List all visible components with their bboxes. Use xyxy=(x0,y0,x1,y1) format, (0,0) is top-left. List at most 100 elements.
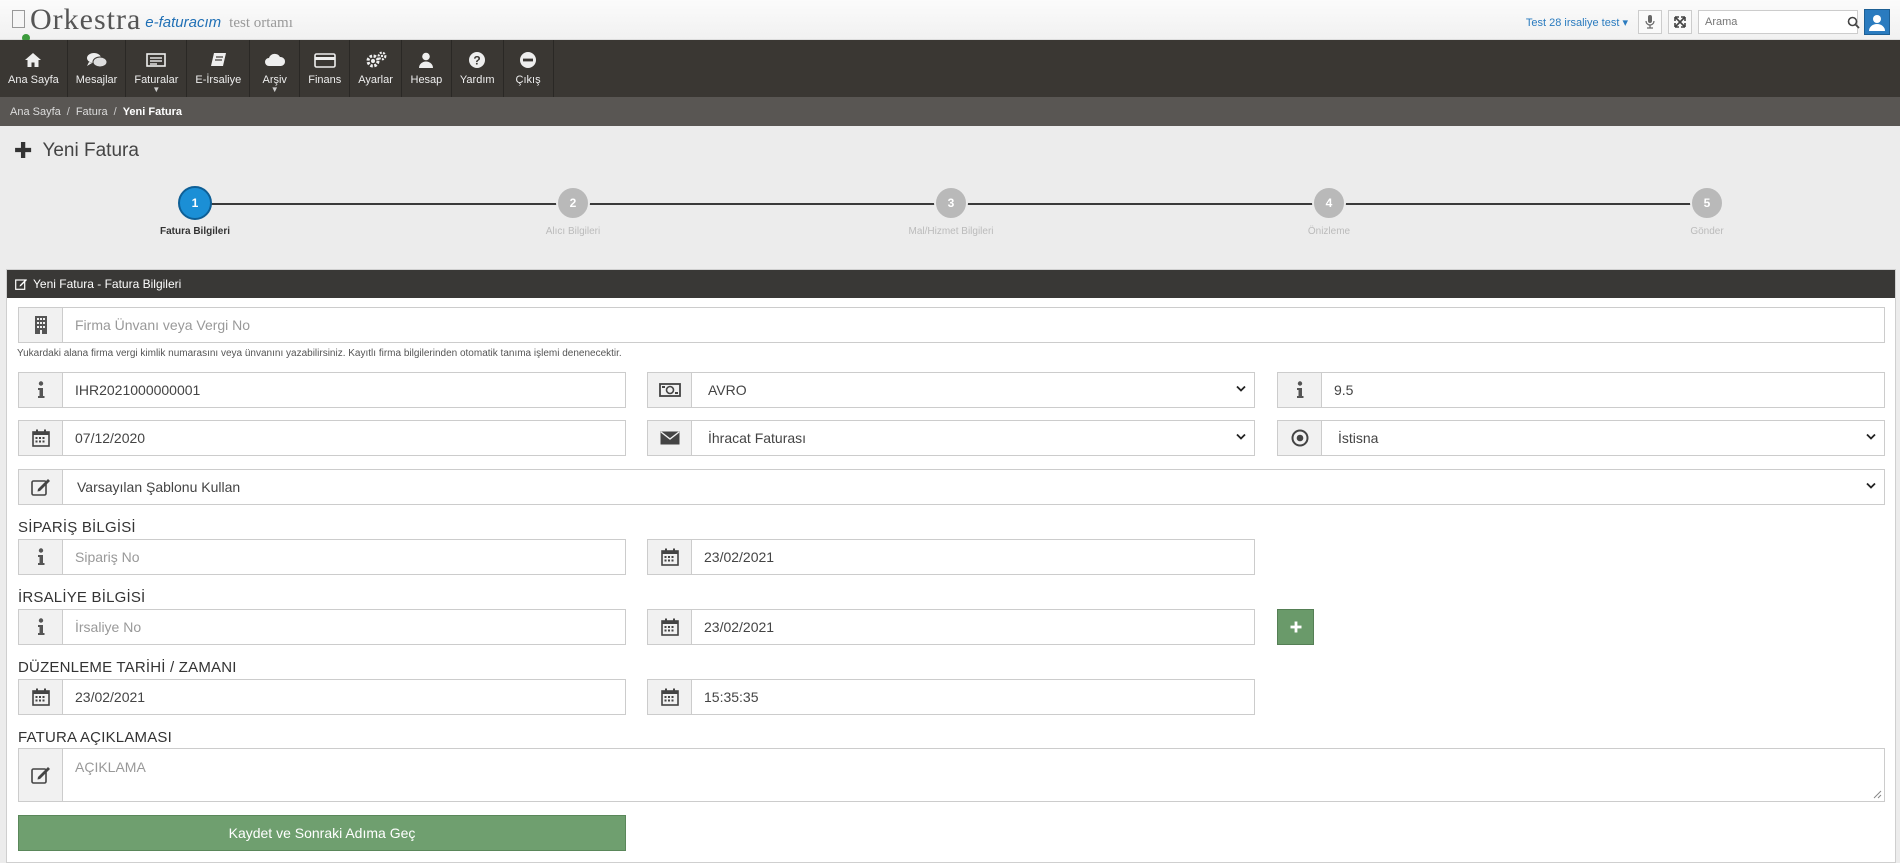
nav-item-label: Mesajlar xyxy=(75,74,118,86)
nav-item-settings[interactable]: Ayarlar xyxy=(350,40,402,97)
question-icon: ? xyxy=(468,49,486,71)
step-goods-services[interactable]: 3 Mal/Hizmet Bilgileri xyxy=(851,186,1051,237)
invoice-type-select[interactable]: İhracat Faturası xyxy=(692,421,1254,455)
issue-time-input[interactable]: 15:35:35 xyxy=(692,680,1254,714)
calendar-icon xyxy=(648,680,692,714)
nav-item-messages[interactable]: Mesajlar xyxy=(68,40,127,97)
svg-text:?: ? xyxy=(474,54,481,68)
search-icon[interactable] xyxy=(1847,16,1860,29)
waybill-date-input[interactable]: 23/02/2021 xyxy=(692,610,1254,644)
user-menu-label: Test 28 irsaliye test xyxy=(1525,16,1620,29)
template-select[interactable]: Varsayılan Şablonu Kullan xyxy=(63,470,1884,504)
company-input[interactable]: Firma Ünvanı veya Vergi No xyxy=(63,308,1884,342)
credit-card-icon xyxy=(313,49,336,71)
logo-product: e-faturacım xyxy=(145,14,222,31)
nav-item-help[interactable]: ? Yardım xyxy=(452,40,504,97)
info-icon xyxy=(19,540,63,574)
chevron-down-icon xyxy=(1866,433,1876,440)
nav-item-label: Çıkış xyxy=(515,74,541,86)
page-title: ✚ Yeni Fatura xyxy=(14,138,139,164)
invoice-kind-select[interactable]: İstisna xyxy=(1322,421,1884,455)
order-section-title: SİPARİŞ BİLGİSİ xyxy=(18,519,136,536)
nav-item-account[interactable]: Hesap xyxy=(402,40,452,97)
currency-value: AVRO xyxy=(708,382,747,398)
resize-grip-icon[interactable] xyxy=(1873,790,1882,799)
page-title-text: Yeni Fatura xyxy=(42,140,139,161)
step-number: 1 xyxy=(178,186,212,220)
template-value: Varsayılan Şablonu Kullan xyxy=(77,479,241,495)
breadcrumb-separator: / xyxy=(113,105,117,118)
microphone-icon xyxy=(1645,15,1655,29)
user-menu[interactable]: Test 28 irsaliye test ▾ xyxy=(1526,16,1628,29)
description-field: AÇIKLAMA xyxy=(18,748,1885,802)
step-send[interactable]: 5 Gönder xyxy=(1607,186,1807,237)
issue-time-field: 15:35:35 xyxy=(647,679,1255,715)
panel-title: Yeni Fatura - Fatura Bilgileri xyxy=(33,277,182,291)
calendar-icon xyxy=(648,610,692,644)
breadcrumb: Ana Sayfa / Fatura / Yeni Fatura xyxy=(0,97,1900,126)
nav-item-archive[interactable]: Arşiv ▼ xyxy=(250,40,301,97)
waybill-number-input[interactable]: İrsaliye No xyxy=(63,610,625,644)
nav-item-home[interactable]: Ana Sayfa xyxy=(0,40,68,97)
nav-item-finance[interactable]: Finans xyxy=(300,40,351,97)
top-bar: Orkestra e-faturacım test ortamı Test 28… xyxy=(0,0,1900,42)
order-date-field: 23/02/2021 xyxy=(647,539,1255,575)
exchange-rate-input[interactable]: 9.5 xyxy=(1322,373,1884,407)
search-box xyxy=(1698,10,1860,34)
invoice-type-value: İhracat Faturası xyxy=(708,430,807,446)
save-and-next-button[interactable]: Kaydet ve Sonraki Adıma Geç xyxy=(18,815,626,851)
nav-item-label: E-İrsaliye xyxy=(195,74,242,86)
chevron-down-icon: ▼ xyxy=(270,85,279,94)
nav-item-label: Yardım xyxy=(459,74,495,86)
panel-header: Yeni Fatura - Fatura Bilgileri xyxy=(7,270,1895,298)
order-number-input[interactable]: Sipariş No xyxy=(63,540,625,574)
issue-date-field: 23/02/2021 xyxy=(18,679,626,715)
expand-icon xyxy=(1674,16,1686,28)
logo-document-icon xyxy=(10,8,30,42)
template-field: Varsayılan Şablonu Kullan xyxy=(18,469,1885,505)
microphone-button[interactable] xyxy=(1638,10,1662,34)
invoice-icon xyxy=(146,49,167,71)
waybill-date-field: 23/02/2021 xyxy=(647,609,1255,645)
environment-label: test ortamı xyxy=(229,15,293,31)
home-icon xyxy=(24,49,42,71)
nav-item-label: Finans xyxy=(308,74,342,86)
info-icon xyxy=(19,610,63,644)
company-field: Firma Ünvanı veya Vergi No xyxy=(18,307,1885,343)
description-textarea[interactable]: AÇIKLAMA xyxy=(63,749,1884,801)
breadcrumb-separator: / xyxy=(66,105,70,118)
breadcrumb-current: Yeni Fatura xyxy=(122,105,182,118)
invoice-number-input[interactable]: IHR2021000000001 xyxy=(63,373,625,407)
nav-item-e-waybill[interactable]: E-İrsaliye xyxy=(187,40,251,97)
step-number: 4 xyxy=(1312,186,1346,220)
order-date-input[interactable]: 23/02/2021 xyxy=(692,540,1254,574)
step-invoice-info[interactable]: 1 Fatura Bilgileri xyxy=(95,186,295,237)
nav-item-label: Ayarlar xyxy=(358,74,393,86)
step-buyer-info[interactable]: 2 Alıcı Bilgileri xyxy=(473,186,673,237)
add-waybill-button[interactable] xyxy=(1277,609,1314,645)
info-icon xyxy=(1278,373,1322,407)
minus-circle-icon xyxy=(519,49,537,71)
breadcrumb-home[interactable]: Ana Sayfa xyxy=(10,106,61,118)
issue-date-input[interactable]: 23/02/2021 xyxy=(63,680,625,714)
invoice-date-input[interactable]: 07/12/2020 xyxy=(63,421,625,455)
book-icon xyxy=(209,49,227,71)
search-input[interactable] xyxy=(1699,12,1847,32)
nav-item-invoices[interactable]: Faturalar ▼ xyxy=(126,40,188,97)
info-icon xyxy=(19,373,63,407)
building-icon xyxy=(19,308,63,342)
money-icon xyxy=(648,373,692,407)
breadcrumb-invoice[interactable]: Fatura xyxy=(76,106,108,118)
fullscreen-button[interactable] xyxy=(1668,10,1692,34)
invoice-number-field: IHR2021000000001 xyxy=(18,372,626,408)
chevron-down-icon xyxy=(1866,482,1876,489)
calendar-icon xyxy=(648,540,692,574)
avatar[interactable] xyxy=(1864,9,1890,35)
nav-item-logout[interactable]: Çıkış xyxy=(504,40,554,97)
step-preview[interactable]: 4 Önizleme xyxy=(1229,186,1429,237)
currency-select[interactable]: AVRO xyxy=(692,373,1254,407)
invoice-kind-value: İstisna xyxy=(1338,430,1379,446)
exchange-rate-field: 9.5 xyxy=(1277,372,1885,408)
app-logo[interactable]: Orkestra e-faturacım test ortamı xyxy=(10,5,293,42)
plus-icon xyxy=(1290,621,1301,633)
